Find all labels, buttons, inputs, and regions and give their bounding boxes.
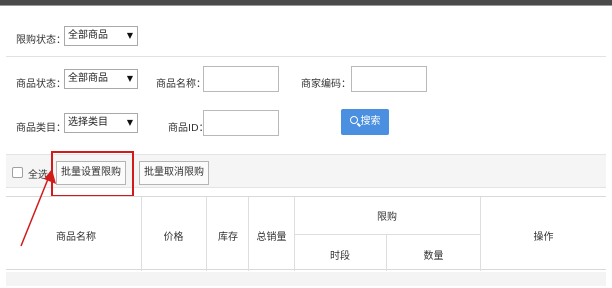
product-name-label: 商品名称： <box>156 79 206 90</box>
limit-status-label: 限购状态： <box>16 35 66 46</box>
search-button-label: 搜索 <box>360 116 381 127</box>
chevron-down-icon: ▼ <box>126 31 133 40</box>
category-value: 选择类目 <box>68 117 108 128</box>
header-actions: 操作 <box>533 232 554 243</box>
search-icon <box>349 116 358 124</box>
chevron-down-icon: ▼ <box>126 74 133 83</box>
search-button[interactable]: 搜索 <box>341 109 389 135</box>
header-limit: 限购 <box>377 212 397 223</box>
product-status-label: 商品状态： <box>16 79 66 90</box>
chevron-down-icon: ▼ <box>126 118 133 127</box>
product-status-select[interactable]: 全部商品 ▼ <box>64 69 138 89</box>
header-quantity: 数量 <box>423 251 444 262</box>
window-top-line <box>0 5 612 6</box>
header-period: 时段 <box>330 251 350 262</box>
header-product-name: 商品名称 <box>56 232 96 243</box>
limit-status-value: 全部商品 <box>68 30 108 41</box>
select-all-label: 全选 <box>28 170 48 181</box>
product-id-input[interactable] <box>203 110 279 136</box>
col-divider <box>206 197 207 271</box>
header-price: 价格 <box>163 232 184 243</box>
merchant-code-input[interactable] <box>351 66 427 92</box>
product-table-header: 商品名称 价格 库存 总销量 限购 时段 数量 操作 <box>6 196 606 271</box>
row-divider <box>294 234 480 235</box>
product-status-value: 全部商品 <box>68 73 108 84</box>
header-total-sales: 总销量 <box>256 232 287 243</box>
category-select[interactable]: 选择类目 ▼ <box>64 113 138 133</box>
limit-status-select[interactable]: 全部商品 ▼ <box>64 26 138 46</box>
batch-cancel-limit-button[interactable]: 批量取消限购 <box>139 161 209 185</box>
product-name-input[interactable] <box>203 66 279 92</box>
category-label: 商品类目： <box>16 123 66 134</box>
header-stock: 库存 <box>218 232 238 243</box>
limit-purchase-panel: 限购状态： 全部商品 ▼ 商品状态： 全部商品 ▼ 商品名称： 商家编码： 商品… <box>6 14 606 286</box>
col-divider <box>141 197 142 271</box>
table-body-strip <box>6 272 606 286</box>
highlight-box <box>51 151 134 197</box>
merchant-code-label: 商家编码： <box>301 79 351 90</box>
select-all-checkbox[interactable] <box>12 167 23 178</box>
filter-divider <box>6 56 606 57</box>
